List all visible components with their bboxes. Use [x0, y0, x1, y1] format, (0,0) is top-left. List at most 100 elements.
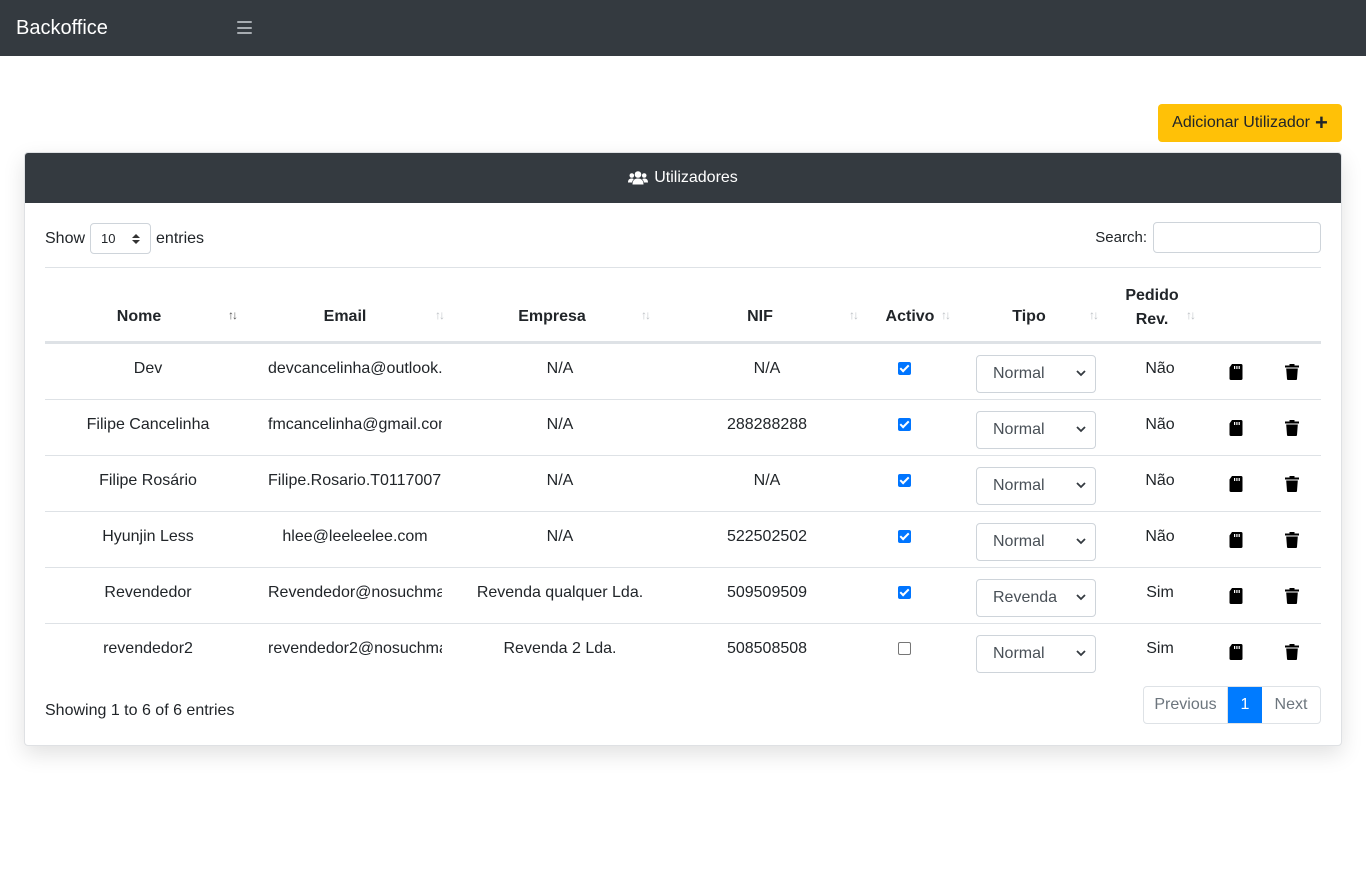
- chevron-down-icon: [1076, 370, 1086, 377]
- select-arrows-icon: [132, 233, 141, 244]
- chevron-down-icon: [1076, 650, 1086, 657]
- tipo-select[interactable]: Normal: [976, 411, 1096, 449]
- top-navbar: Backoffice: [0, 0, 1366, 56]
- search-control: Search:: [1095, 222, 1321, 253]
- sd-card-icon[interactable]: [1229, 476, 1243, 492]
- sort-icon[interactable]: ↑↓: [1089, 308, 1099, 322]
- tipo-value: Normal: [993, 421, 1045, 438]
- cell-empresa: N/A: [546, 416, 574, 433]
- cell-pedido-rev: Não: [1145, 416, 1175, 433]
- cell-nome: Revendedor: [104, 584, 192, 601]
- pagination: Previous 1 Next: [1143, 686, 1321, 724]
- cell-email: fmcancelinha@gmail.com: [268, 416, 442, 433]
- column-header-email[interactable]: Email: [321, 308, 369, 326]
- pagination-previous[interactable]: Previous: [1144, 687, 1228, 723]
- sd-card-icon[interactable]: [1229, 364, 1243, 380]
- cell-nome: Hyunjin Less: [102, 528, 194, 545]
- activo-checkbox[interactable]: [898, 362, 911, 375]
- activo-checkbox[interactable]: [898, 474, 911, 487]
- trash-icon[interactable]: [1285, 532, 1299, 548]
- cell-email: devcancelinha@outlook.com: [268, 360, 442, 377]
- sd-card-icon[interactable]: [1229, 644, 1243, 660]
- trash-icon[interactable]: [1285, 588, 1299, 604]
- tipo-select[interactable]: Normal: [976, 635, 1096, 673]
- sort-asc-icon[interactable]: ↑↓: [228, 308, 238, 322]
- table-row: Revendedor Revendedor@nosuchmail Revenda…: [45, 567, 1321, 623]
- cell-empresa: N/A: [546, 528, 574, 545]
- hamburger-icon[interactable]: [237, 21, 252, 34]
- plus-icon: +: [1314, 110, 1328, 135]
- page-length-control: Show 10 entries: [45, 223, 204, 254]
- tipo-value: Normal: [993, 645, 1045, 662]
- sd-card-icon[interactable]: [1229, 420, 1243, 436]
- trash-icon[interactable]: [1285, 644, 1299, 660]
- page-length-value: 10: [101, 231, 116, 246]
- activo-checkbox[interactable]: [898, 642, 911, 655]
- activo-checkbox[interactable]: [898, 530, 911, 543]
- pagination-next[interactable]: Next: [1262, 687, 1320, 723]
- search-input[interactable]: [1153, 222, 1321, 253]
- column-header-empresa[interactable]: Empresa: [515, 308, 589, 326]
- tipo-select[interactable]: Normal: [976, 523, 1096, 561]
- cell-empresa: N/A: [546, 360, 574, 377]
- cell-pedido-rev: Não: [1145, 528, 1175, 545]
- tipo-select[interactable]: Normal: [976, 355, 1096, 393]
- page-length-select[interactable]: 10: [90, 223, 152, 254]
- cell-empresa: Revenda qualquer Lda.: [476, 584, 644, 601]
- card-header: Utilizadores: [25, 153, 1341, 203]
- add-user-button[interactable]: Adicionar Utilizador +: [1158, 104, 1342, 142]
- pagination-page-1[interactable]: 1: [1228, 687, 1262, 723]
- table-row: Filipe Rosário Filipe.Rosario.T0117007@ …: [45, 455, 1321, 511]
- trash-icon[interactable]: [1285, 420, 1299, 436]
- cell-nif: 509509509: [726, 584, 808, 601]
- cell-nif: 522502502: [726, 528, 808, 545]
- trash-icon[interactable]: [1285, 364, 1299, 380]
- tipo-value: Normal: [993, 533, 1045, 550]
- sd-card-icon[interactable]: [1229, 588, 1243, 604]
- users-icon: [628, 171, 649, 185]
- column-header-nome[interactable]: Nome: [115, 308, 163, 326]
- cell-nome: Filipe Rosário: [99, 472, 197, 489]
- sort-icon[interactable]: ↑↓: [641, 308, 651, 322]
- cell-nome: revendedor2: [103, 640, 193, 657]
- table-row: revendedor2 revendedor2@nosuchmail Reven…: [45, 623, 1321, 679]
- cell-email: hlee@leeleelee.com: [282, 528, 428, 545]
- add-user-label: Adicionar Utilizador: [1172, 114, 1310, 131]
- sort-icon[interactable]: ↑↓: [941, 308, 951, 322]
- tipo-value: Normal: [993, 477, 1045, 494]
- sort-icon[interactable]: ↑↓: [1186, 308, 1196, 322]
- cell-nome: Dev: [133, 360, 163, 377]
- cell-nome: Filipe Cancelinha: [86, 416, 210, 433]
- column-header-activo[interactable]: Activo: [883, 308, 937, 326]
- column-header-tipo[interactable]: Tipo: [1009, 308, 1049, 326]
- column-header-nif[interactable]: NIF: [743, 308, 777, 326]
- cell-empresa: Revenda 2 Lda.: [503, 640, 617, 657]
- sort-icon[interactable]: ↑↓: [849, 308, 859, 322]
- search-label: Search:: [1095, 229, 1147, 246]
- entries-label: entries: [156, 229, 205, 247]
- cell-nif: 288288288: [726, 416, 808, 433]
- trash-icon[interactable]: [1285, 476, 1299, 492]
- cell-pedido-rev: Sim: [1146, 640, 1174, 657]
- cell-pedido-rev: Não: [1145, 472, 1175, 489]
- brand-title[interactable]: Backoffice: [16, 17, 108, 40]
- column-header-pedido-line2: Rev.: [1135, 311, 1169, 328]
- cell-email: revendedor2@nosuchmail: [268, 640, 442, 657]
- cell-pedido-rev: Sim: [1146, 584, 1174, 601]
- activo-checkbox[interactable]: [898, 586, 911, 599]
- users-card: Utilizadores Show 10 entries Search: Nom…: [24, 152, 1342, 746]
- sd-card-icon[interactable]: [1229, 532, 1243, 548]
- card-title: Utilizadores: [654, 169, 738, 186]
- cell-empresa: N/A: [546, 472, 574, 489]
- column-header-pedido-rev[interactable]: Pedido Rev.: [1122, 284, 1182, 332]
- sort-icon[interactable]: ↑↓: [435, 308, 445, 322]
- cell-nif: N/A: [753, 360, 781, 377]
- tipo-select[interactable]: Normal: [976, 467, 1096, 505]
- cell-nif: N/A: [753, 472, 781, 489]
- table-info: Showing 1 to 6 of 6 entries: [45, 702, 235, 719]
- chevron-down-icon: [1076, 482, 1086, 489]
- activo-checkbox[interactable]: [898, 418, 911, 431]
- cell-nif: 508508508: [726, 640, 808, 657]
- table-row: Hyunjin Less hlee@leeleelee.com N/A 5225…: [45, 511, 1321, 567]
- tipo-select[interactable]: Revenda: [976, 579, 1096, 617]
